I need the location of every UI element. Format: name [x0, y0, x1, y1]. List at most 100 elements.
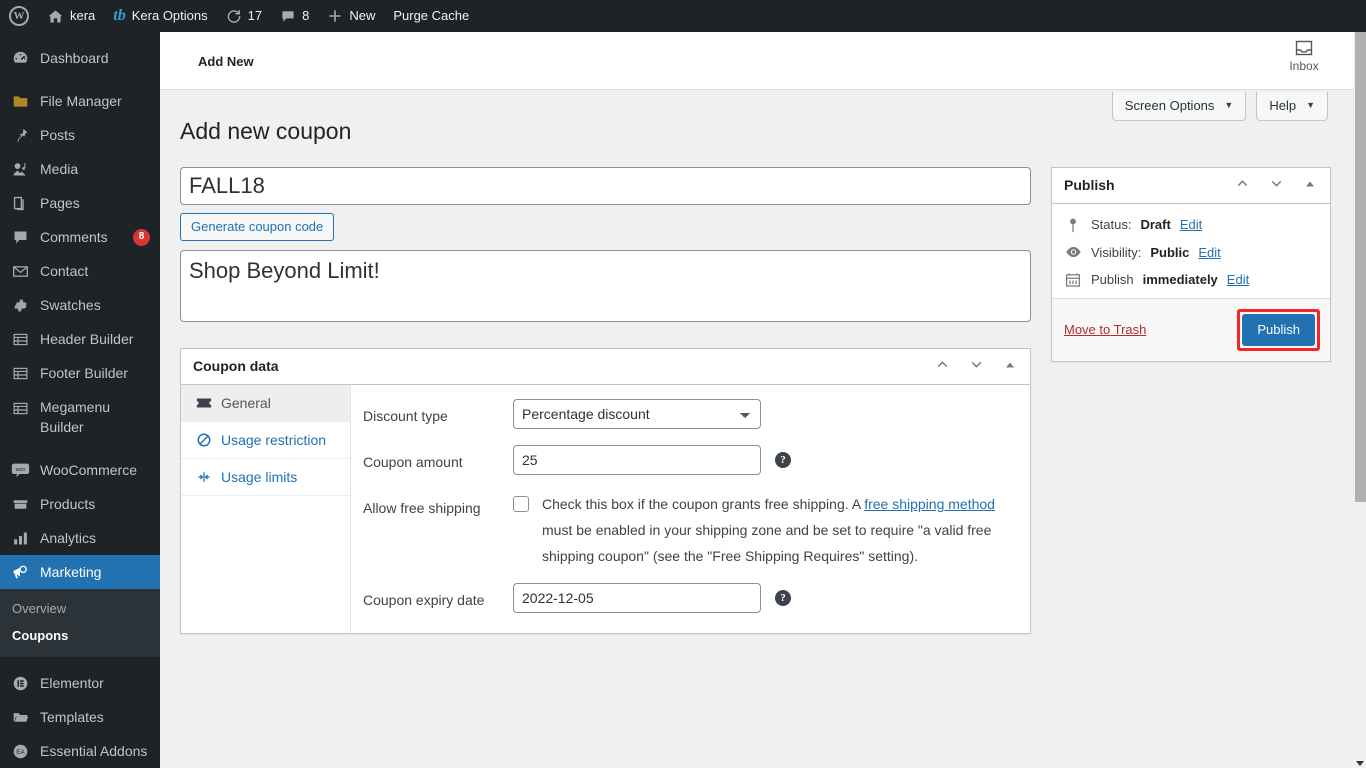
coupon-amount-help-icon[interactable]: ? [775, 452, 791, 468]
coupon-expiry-help-icon[interactable]: ? [775, 590, 791, 606]
adminbar-comments[interactable]: 8 [271, 0, 318, 32]
sidebar-item-marketing[interactable]: Marketing [0, 555, 160, 589]
adminbar-kera-options[interactable]: tb Kera Options [104, 0, 216, 32]
move-down-button[interactable] [1260, 169, 1292, 201]
inbox-button[interactable]: Inbox [1278, 38, 1330, 73]
sidebar-item-elementor[interactable]: Elementor [0, 666, 160, 700]
eye-icon [1064, 245, 1082, 259]
sidebar-submenu-marketing: Overview Coupons [0, 589, 160, 657]
coupon-general-fields: Discount type Percentage discount Coupon… [351, 385, 1030, 633]
menu-spacer [0, 32, 160, 41]
discount-type-select[interactable]: Percentage discount [513, 399, 761, 429]
publish-button[interactable]: Publish [1242, 314, 1315, 346]
coupon-expiry-input[interactable] [513, 583, 761, 613]
publish-visibility-label: Visibility: [1091, 245, 1141, 260]
scrollbar-thumb[interactable] [1355, 32, 1366, 502]
coupon-data-tabs: General Usage restriction [181, 385, 351, 633]
coupon-amount-label: Coupon amount [363, 445, 513, 477]
sidebar-item-posts[interactable]: Posts [0, 118, 160, 152]
publish-visibility-edit-link[interactable]: Edit [1198, 245, 1220, 260]
sidebar-item-contact[interactable]: Contact [0, 254, 160, 288]
allow-free-shipping-checkbox[interactable] [513, 496, 529, 512]
media-icon [10, 159, 30, 179]
postbox-handle-actions [926, 350, 1026, 382]
sidebar-item-media[interactable]: Media [0, 152, 160, 186]
sidebar-item-label: File Manager [40, 91, 160, 111]
coupon-description-textarea[interactable] [180, 250, 1031, 322]
sidebar-item-analytics[interactable]: Analytics [0, 521, 160, 555]
sidebar-item-label: WooCommerce [40, 460, 160, 480]
sidebar-item-dashboard[interactable]: Dashboard [0, 41, 160, 75]
move-down-button[interactable] [960, 350, 992, 382]
edit-form-columns: Generate coupon code Coupon data [180, 167, 1328, 634]
sidebar-item-footer-builder[interactable]: Footer Builder [0, 356, 160, 390]
updates-icon [226, 8, 242, 24]
tab-general[interactable]: General [181, 385, 350, 422]
plus-icon [327, 8, 343, 24]
publish-visibility-value: Public [1150, 245, 1189, 260]
publish-status-edit-link[interactable]: Edit [1180, 217, 1202, 232]
publish-button-highlight: Publish [1237, 309, 1320, 351]
sidebar-item-label: Megamenu Builder [40, 397, 136, 437]
sidebar-subitem-overview[interactable]: Overview [0, 595, 160, 622]
coupon-code-input[interactable] [180, 167, 1031, 205]
discount-type-label: Discount type [363, 399, 513, 431]
dashboard-icon [10, 48, 30, 68]
free-shipping-method-link[interactable]: free shipping method [864, 496, 995, 512]
sidebar-item-templates[interactable]: Templates [0, 700, 160, 734]
publish-status-row: Status: Draft Edit [1064, 211, 1318, 239]
analytics-icon [10, 528, 30, 548]
adminbar-wp-logo[interactable] [0, 0, 38, 32]
tab-usage-limits[interactable]: Usage limits [181, 459, 350, 496]
move-to-trash-link[interactable]: Move to Trash [1064, 322, 1146, 337]
sidebar-item-essential-addons[interactable]: EA Essential Addons [0, 734, 160, 768]
builder-icon [10, 398, 30, 418]
coupon-data-panel-body: General Usage restriction [181, 385, 1030, 633]
adminbar-new-content[interactable]: New [318, 0, 384, 32]
tab-usage-restriction[interactable]: Usage restriction [181, 422, 350, 459]
adminbar-updates[interactable]: 17 [217, 0, 271, 32]
page-scrollbar[interactable] [1354, 32, 1366, 768]
sidebar-item-comments[interactable]: Comments 8 [0, 220, 160, 254]
sidebar-item-file-manager[interactable]: File Manager [0, 84, 160, 118]
menu-spacer [0, 75, 160, 84]
free-shipping-desc-after: must be enabled in your shipping zone an… [542, 522, 991, 564]
adminbar-updates-count: 17 [248, 0, 262, 32]
adminbar-purge-cache[interactable]: Purge Cache [384, 0, 478, 32]
sidebar-item-products[interactable]: Products [0, 487, 160, 521]
limits-icon [196, 469, 212, 485]
sidebar-item-label: Elementor [40, 673, 160, 693]
sidebar-item-megamenu-builder[interactable]: Megamenu Builder [0, 390, 160, 444]
toggle-panel-button[interactable] [1294, 169, 1326, 201]
adminbar-site-name[interactable]: kera [38, 0, 104, 32]
allow-free-shipping-description: Check this box if the coupon grants free… [542, 491, 1020, 569]
sidebar-item-header-builder[interactable]: Header Builder [0, 322, 160, 356]
sidebar-item-swatches[interactable]: Swatches [0, 288, 160, 322]
sidebar-item-label: Essential Addons [40, 741, 160, 761]
pages-icon [10, 193, 30, 213]
admin-bar: kera tb Kera Options 17 8 New Purge Cach… [0, 0, 1366, 32]
coupon-amount-input[interactable] [513, 445, 761, 475]
sidebar-subitem-label: Overview [12, 601, 66, 616]
triangle-up-icon [1304, 178, 1316, 193]
publish-postbox: Publish [1051, 167, 1331, 362]
toggle-panel-button[interactable] [994, 350, 1026, 382]
generate-coupon-code-button[interactable]: Generate coupon code [180, 213, 334, 241]
move-up-button[interactable] [926, 350, 958, 382]
adminbar-comments-count: 8 [302, 0, 309, 32]
publish-schedule-value: immediately [1143, 272, 1218, 287]
sidebar-item-woocommerce[interactable]: woo WooCommerce [0, 453, 160, 487]
woo-icon: woo [10, 460, 30, 480]
move-up-button[interactable] [1226, 169, 1258, 201]
sidebar-item-pages[interactable]: Pages [0, 186, 160, 220]
secondary-column: Publish [1051, 167, 1331, 362]
publish-schedule-edit-link[interactable]: Edit [1227, 272, 1249, 287]
allow-free-shipping-label: Allow free shipping [363, 491, 513, 523]
svg-text:woo: woo [14, 467, 25, 473]
scroll-down-arrow-icon[interactable] [1356, 761, 1364, 766]
publish-panel-body: Status: Draft Edit Visibility: Public Ed… [1052, 204, 1330, 298]
sidebar-subitem-coupons[interactable]: Coupons [0, 622, 160, 649]
sidebar-item-label: Media [40, 159, 160, 179]
adminbar-purge-cache-label: Purge Cache [393, 0, 469, 32]
sidebar-subitem-label: Coupons [12, 628, 68, 643]
